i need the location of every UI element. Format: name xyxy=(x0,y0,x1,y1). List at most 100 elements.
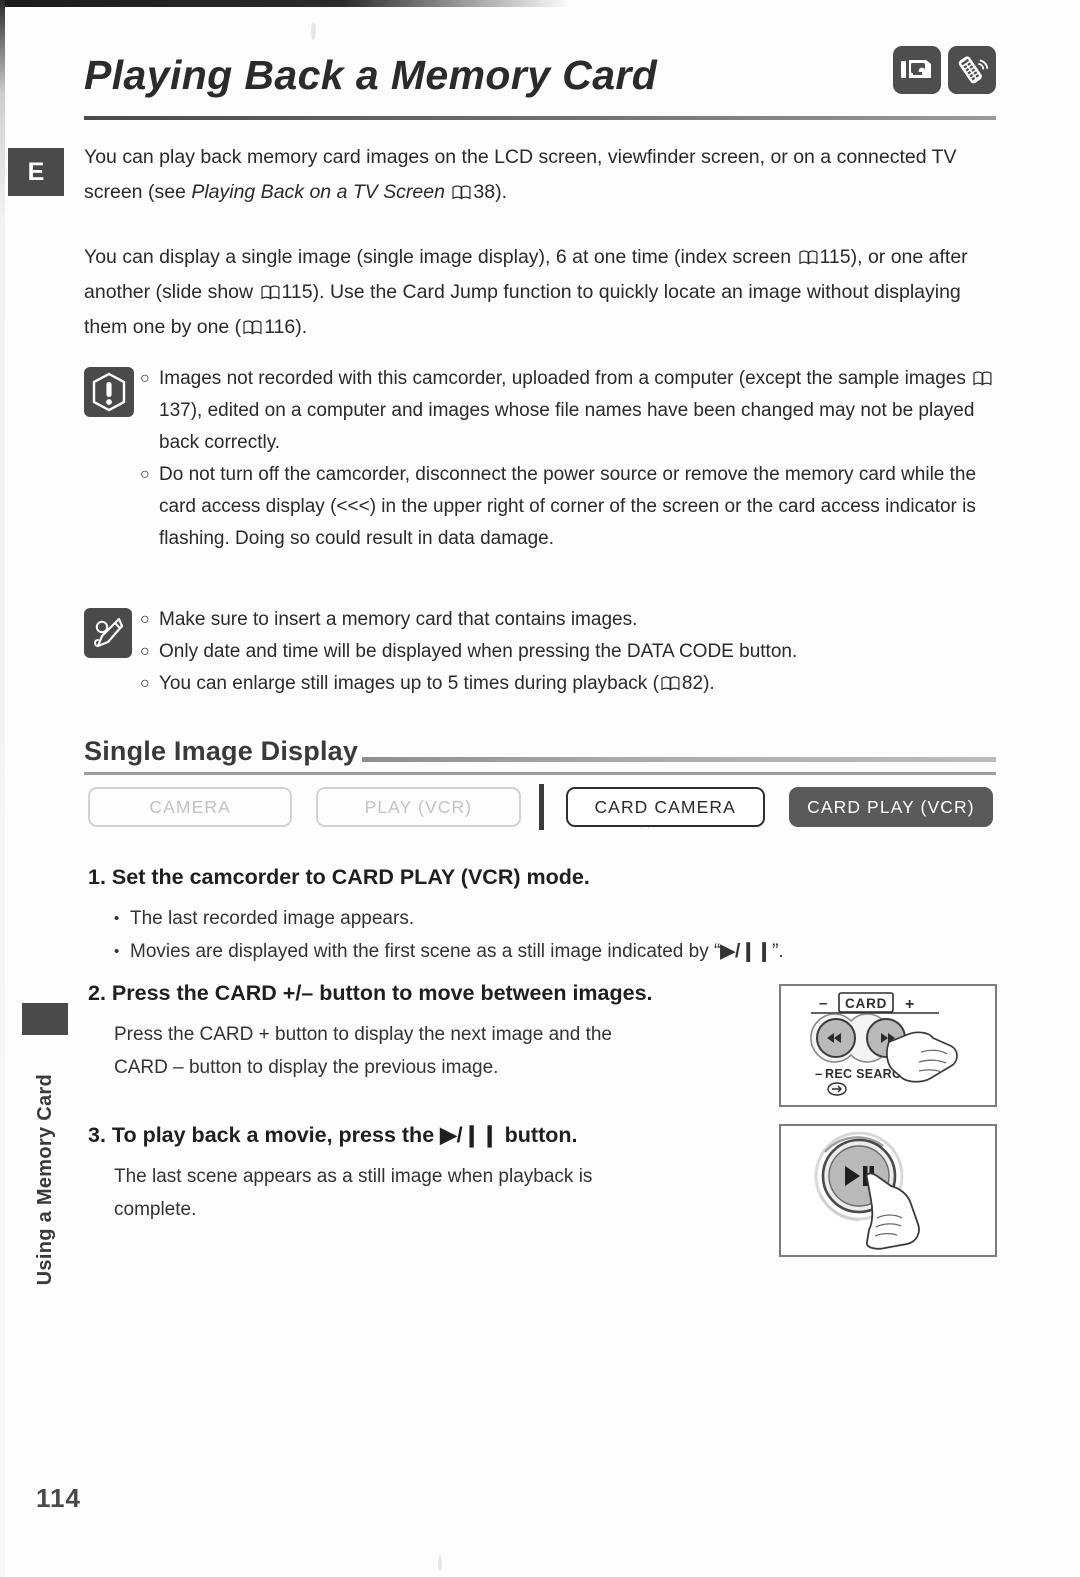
intro-p2-ref1: 115 xyxy=(819,246,851,268)
step-3-number: 3. xyxy=(88,1123,106,1147)
section-heading: Single Image Display xyxy=(84,736,996,767)
pencil-note-icon xyxy=(84,608,132,658)
header-icon-group xyxy=(893,46,996,94)
caution-list: ○ Images not recorded with this camcorde… xyxy=(140,363,999,555)
svg-text:–: – xyxy=(819,995,827,1012)
section-rule xyxy=(362,757,996,762)
caution-exclamation-icon xyxy=(84,367,134,417)
caution-item-0-text2: ), edited on a computer and images whose… xyxy=(159,400,975,453)
note-item-2-ref: 82 xyxy=(681,673,704,694)
illustration-card-buttons: – CARD + – REC SEARCH xyxy=(779,984,997,1107)
play-pause-glyph: ▶/❙❙ xyxy=(720,941,773,962)
side-tab-label: Using a Memory Card xyxy=(33,1074,56,1286)
note-item: ○ Make sure to insert a memory card that… xyxy=(140,604,999,636)
caution-item-1-text: Do not turn off the camcorder, disconnec… xyxy=(159,464,977,549)
section-underline xyxy=(84,772,996,775)
bullet-circle: ○ xyxy=(140,611,150,628)
page-ref-icon xyxy=(973,371,992,386)
svg-text:CARD: CARD xyxy=(845,996,887,1011)
page-ref-icon xyxy=(260,285,280,300)
step-2-body-line: CARD – button to display the previous im… xyxy=(114,1057,499,1078)
intro-p2-ref3: 116 xyxy=(264,316,296,338)
caution-item-0-ref: 137 xyxy=(159,400,191,421)
page-header: Playing Back a Memory Card xyxy=(84,44,996,110)
step-3: 3. To play back a movie, press the ▶/❙❙ … xyxy=(88,1120,778,1226)
mode-pill-card-camera[interactable]: CARD CAMERA xyxy=(565,787,765,827)
note-item-2-text1: You can enlarge still images up to 5 tim… xyxy=(159,673,659,694)
scan-smudge: · · xyxy=(640,822,651,834)
mode-divider xyxy=(538,784,544,830)
page-title: Playing Back a Memory Card xyxy=(84,52,658,98)
side-tab: Using a Memory Card xyxy=(8,1045,82,1315)
notes-list: ○ Make sure to insert a memory card that… xyxy=(140,604,999,700)
play-pause-diagram xyxy=(814,1131,920,1250)
note-item-1-text: Only date and time will be displayed whe… xyxy=(159,641,798,662)
svg-text:+: + xyxy=(905,996,914,1013)
caution-item-0-text1: Images not recorded with this camcorder,… xyxy=(159,368,972,389)
illustration-play-pause xyxy=(779,1124,997,1257)
page-ref-icon xyxy=(452,185,471,200)
step-2-number: 2. xyxy=(88,981,106,1005)
play-pause-glyph: ▶/❙❙ xyxy=(440,1123,499,1147)
bullet-circle: ○ xyxy=(140,675,150,692)
camcorder-icon xyxy=(893,46,941,94)
intro-p2-text4: ). xyxy=(295,316,308,338)
scan-speck xyxy=(311,22,316,40)
manual-page: Playing Back a Memory Card E Using a Mem… xyxy=(0,0,1080,1577)
step-1: 1. Set the camcorder to CARD PLAY (VCR) … xyxy=(88,862,878,968)
intro-paragraph-1: You can play back memory card images on … xyxy=(84,140,996,210)
intro-p2-ref2: 115 xyxy=(281,281,313,303)
page-ref-icon xyxy=(243,320,262,335)
note-item: ○ You can enlarge still images up to 5 t… xyxy=(140,668,999,700)
bullet-dot: • xyxy=(114,943,120,960)
bullet-circle: ○ xyxy=(140,643,150,660)
step-3-body-line: The last scene appears as a still image … xyxy=(114,1166,593,1187)
page-ref-icon xyxy=(798,250,818,265)
intro-p1-italic: Playing Back on a TV Screen xyxy=(191,181,445,203)
scan-edge-top xyxy=(0,0,570,7)
title-rule xyxy=(84,116,996,120)
intro-paragraph-2: You can display a single image (single i… xyxy=(84,240,999,345)
step-3-title-pre: To play back a movie, press the xyxy=(111,1123,441,1147)
step-2-body-line: Press the CARD + button to display the n… xyxy=(114,1024,612,1045)
bullet-circle: ○ xyxy=(140,370,150,387)
caution-block: ○ Images not recorded with this camcorde… xyxy=(84,363,999,555)
language-tab-label: E xyxy=(27,157,45,186)
page-number: 114 xyxy=(36,1483,81,1513)
step-2: 2. Press the CARD +/– button to move bet… xyxy=(88,978,778,1084)
bullet-dot: • xyxy=(114,910,120,927)
note-item-0-text: Make sure to insert a memory card that c… xyxy=(159,609,638,630)
step-3-body-line: complete. xyxy=(114,1199,197,1220)
card-buttons-diagram: – CARD + – REC SEARCH xyxy=(810,992,958,1096)
step-3-title-post: button. xyxy=(498,1123,578,1147)
step-1-bullet-1-post: ”. xyxy=(772,941,784,962)
scan-edge-left xyxy=(0,0,5,1577)
intro-p2-text1: You can display a single image (single i… xyxy=(84,246,797,268)
step-2-title: Press the CARD +/– button to move betwee… xyxy=(111,981,653,1005)
side-tab-block xyxy=(22,1003,68,1035)
caution-item: ○ Do not turn off the camcorder, disconn… xyxy=(140,459,999,555)
notes-block: ○ Make sure to insert a memory card that… xyxy=(84,604,999,700)
intro-p1-ref: 38 xyxy=(473,181,496,203)
mode-pill-row: CAMERA PLAY (VCR) CARD CAMERA CARD PLAY … xyxy=(88,784,994,830)
bullet-circle: ○ xyxy=(140,466,150,483)
remote-control-icon xyxy=(948,46,996,94)
mode-pill-camera[interactable]: CAMERA xyxy=(88,787,293,827)
note-item: ○ Only date and time will be displayed w… xyxy=(140,636,999,668)
scan-speck xyxy=(438,1555,442,1571)
section-heading-label: Single Image Display xyxy=(84,736,359,766)
intro-p1-text2: ). xyxy=(495,181,507,203)
caution-item: ○ Images not recorded with this camcorde… xyxy=(140,363,999,459)
mode-pill-play-vcr[interactable]: PLAY (VCR) xyxy=(316,787,521,827)
svg-text:–: – xyxy=(815,1066,822,1081)
mode-pill-card-play-vcr[interactable]: CARD PLAY (VCR) xyxy=(788,787,994,827)
page-ref-icon xyxy=(661,676,680,691)
step-1-title: Set the camcorder to CARD PLAY (VCR) mod… xyxy=(111,865,590,889)
step-1-bullet-1-pre: Movies are displayed with the first scen… xyxy=(130,941,721,962)
step-1-bullet: • Movies are displayed with the first sc… xyxy=(114,935,878,968)
language-tab: E xyxy=(8,148,64,196)
step-1-bullet-0-text: The last recorded image appears. xyxy=(130,908,415,929)
note-item-2-text2: ). xyxy=(703,673,715,694)
step-1-bullet: • The last recorded image appears. xyxy=(114,902,878,935)
step-1-number: 1. xyxy=(88,865,106,889)
